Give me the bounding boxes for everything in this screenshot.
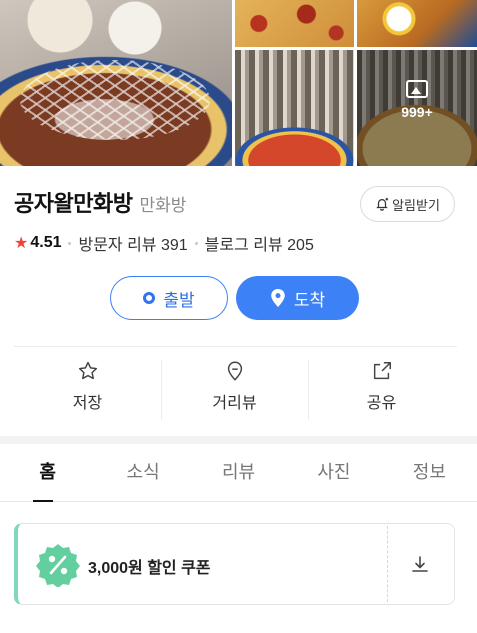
food-detail	[20, 60, 210, 140]
tab-reviews[interactable]: 리뷰	[191, 444, 286, 501]
tab-photos[interactable]: 사진	[286, 444, 381, 501]
distance-view-button[interactable]: 거리뷰	[161, 360, 308, 420]
share-label: 공유	[366, 395, 397, 412]
main-photo[interactable]	[0, 0, 232, 166]
percent-badge-icon	[36, 544, 80, 587]
action-separator	[308, 360, 309, 420]
save-button[interactable]: 저장	[14, 360, 161, 420]
more-photos: 999+	[357, 80, 477, 120]
action-bar: 저장 거리뷰 공유	[14, 360, 455, 420]
coupon-label: 3,000원 할인 쿠폰	[88, 560, 211, 577]
tab-home[interactable]: 홈	[0, 444, 95, 502]
origin-dot-icon	[143, 292, 156, 304]
alert-label: 알림받기	[392, 197, 440, 213]
arrive-button[interactable]: 도착	[236, 276, 359, 320]
tab-info[interactable]: 정보	[382, 444, 477, 501]
star-icon: ★	[14, 235, 29, 252]
review-stats: ★ 4.51 방문자 리뷰 391 블로그 리뷰 205	[14, 231, 314, 255]
photo-thumbnail[interactable]	[357, 0, 477, 47]
depart-button[interactable]: 출발	[110, 276, 228, 320]
distance-view-label: 거리뷰	[212, 395, 257, 412]
download-icon[interactable]	[410, 554, 430, 574]
separator-dot	[194, 241, 198, 245]
action-separator	[161, 360, 162, 420]
bell-plus-icon	[376, 197, 389, 211]
save-label: 저장	[72, 395, 103, 412]
blog-reviews-link[interactable]: 블로그 리뷰 205	[205, 231, 314, 255]
divider	[14, 346, 457, 347]
section-band	[0, 436, 477, 444]
depart-label: 출발	[163, 290, 195, 310]
coupon-divider	[387, 526, 388, 602]
place-title: 공자왈만화방 만화방	[14, 186, 186, 218]
coupon-card[interactable]: 3,000원 할인 쿠폰	[14, 523, 455, 605]
location-pin-icon	[227, 361, 242, 381]
share-button[interactable]: 공유	[308, 360, 455, 420]
photo-thumbnail[interactable]	[235, 50, 354, 166]
tab-news[interactable]: 소식	[95, 444, 190, 501]
photo-thumbnail[interactable]	[235, 0, 354, 47]
star-outline-icon	[78, 361, 97, 380]
rating-value: 4.51	[30, 234, 62, 251]
place-category: 만화방	[139, 196, 187, 215]
photo-grid: 999+	[0, 0, 477, 166]
visitor-reviews-link[interactable]: 방문자 리뷰 391	[78, 231, 187, 255]
photo-more-thumbnail[interactable]: 999+	[357, 50, 477, 166]
alert-button[interactable]: 알림받기	[360, 186, 455, 222]
arrive-label: 도착	[293, 290, 326, 310]
place-name: 공자왈만화방	[14, 191, 133, 216]
image-icon	[406, 80, 428, 98]
separator-dot	[68, 241, 72, 245]
more-photos-count: 999+	[401, 104, 433, 120]
map-pin-icon	[271, 289, 285, 307]
share-icon	[373, 362, 391, 380]
tab-bar: 홈 소식 리뷰 사진 정보	[0, 444, 477, 502]
